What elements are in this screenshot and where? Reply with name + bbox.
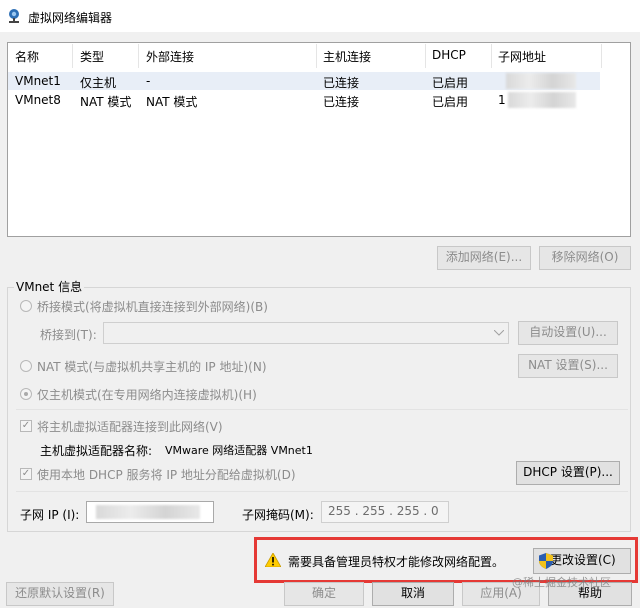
dhcp-settings-button[interactable]: DHCP 设置(P)...	[516, 461, 620, 485]
connect-adapter-label: 将主机虚拟适配器连接到此网络(V)	[37, 420, 223, 434]
auto-settings-button[interactable]: 自动设置(U)...	[518, 321, 618, 345]
uac-shield-icon	[539, 553, 553, 569]
bridged-mode-radio[interactable]	[20, 300, 32, 312]
subnet-mask-label: 子网掩码(M):	[242, 508, 314, 522]
vmnet-info-title: VMnet 信息	[14, 278, 85, 295]
redacted-subnet-ip	[96, 505, 200, 519]
redacted-subnet	[506, 73, 576, 89]
row-type: NAT 模式	[80, 95, 132, 109]
add-network-button[interactable]: 添加网络(E)...	[437, 246, 531, 270]
header-separator	[491, 44, 492, 68]
chevron-down-icon	[494, 330, 504, 336]
window-title: 虚拟网络编辑器	[28, 11, 113, 25]
row-name: VMnet1	[15, 74, 61, 88]
cancel-button[interactable]: 取消	[372, 582, 454, 606]
adapter-name-value: VMware 网络适配器 VMnet1	[165, 444, 313, 457]
use-dhcp-label: 使用本地 DHCP 服务将 IP 地址分配给虚拟机(D)	[37, 468, 296, 482]
change-settings-button[interactable]: 更改设置(C)	[533, 548, 631, 574]
connect-adapter-checkbox[interactable]: ✓	[20, 420, 32, 432]
bridge-to-select[interactable]	[103, 322, 509, 344]
adapter-name-label: 主机虚拟适配器名称:	[40, 444, 153, 458]
row-dhcp: 已启用	[432, 95, 469, 109]
bridge-to-label: 桥接到(T):	[40, 328, 97, 342]
warning-icon	[265, 553, 281, 567]
row-name: VMnet8	[15, 93, 61, 107]
column-header-name[interactable]: 名称	[15, 48, 39, 65]
header-separator	[601, 44, 602, 68]
change-settings-label: 更改设置(C)	[550, 553, 616, 567]
bridged-mode-label: 桥接模式(将虚拟机直接连接到外部网络)(B)	[37, 300, 268, 314]
header-separator	[138, 44, 139, 68]
row-external: NAT 模式	[146, 95, 198, 109]
use-dhcp-checkbox[interactable]: ✓	[20, 468, 32, 480]
column-header-host[interactable]: 主机连接	[323, 48, 371, 65]
restore-defaults-button[interactable]: 还原默认设置(R)	[6, 582, 114, 606]
column-header-subnet[interactable]: 子网地址	[498, 48, 546, 65]
column-header-type[interactable]: 类型	[80, 48, 104, 65]
nat-mode-label: NAT 模式(与虚拟机共享主机的 IP 地址)(N)	[37, 360, 267, 374]
column-header-dhcp[interactable]: DHCP	[432, 48, 466, 62]
header-separator	[316, 44, 317, 68]
column-header-external[interactable]: 外部连接	[146, 48, 194, 65]
header-separator	[72, 44, 73, 68]
network-editor-icon	[9, 9, 19, 23]
divider	[16, 491, 628, 492]
host-only-mode-radio[interactable]	[20, 388, 32, 400]
header-separator	[425, 44, 426, 68]
row-host: 已连接	[323, 76, 360, 90]
nat-settings-button[interactable]: NAT 设置(S)...	[518, 354, 618, 378]
row-subnet: 1	[498, 93, 506, 107]
remove-network-button[interactable]: 移除网络(O)	[539, 246, 631, 270]
watermark: @稀土掘金技术社区	[512, 576, 611, 589]
row-external: -	[146, 74, 151, 88]
subnet-ip-label: 子网 IP (I):	[20, 508, 80, 522]
nat-mode-radio[interactable]	[20, 360, 32, 372]
row-host: 已连接	[323, 95, 360, 109]
admin-warning-text: 需要具备管理员特权才能修改网络配置。	[288, 555, 505, 569]
divider	[16, 409, 628, 410]
ok-button[interactable]: 确定	[284, 582, 364, 606]
subnet-mask-field[interactable]: 255 . 255 . 255 . 0	[321, 501, 449, 523]
row-type: 仅主机	[80, 76, 117, 90]
row-dhcp: 已启用	[432, 76, 469, 90]
redacted-subnet	[508, 92, 576, 108]
host-only-mode-label: 仅主机模式(在专用网络内连接虚拟机)(H)	[37, 388, 257, 402]
